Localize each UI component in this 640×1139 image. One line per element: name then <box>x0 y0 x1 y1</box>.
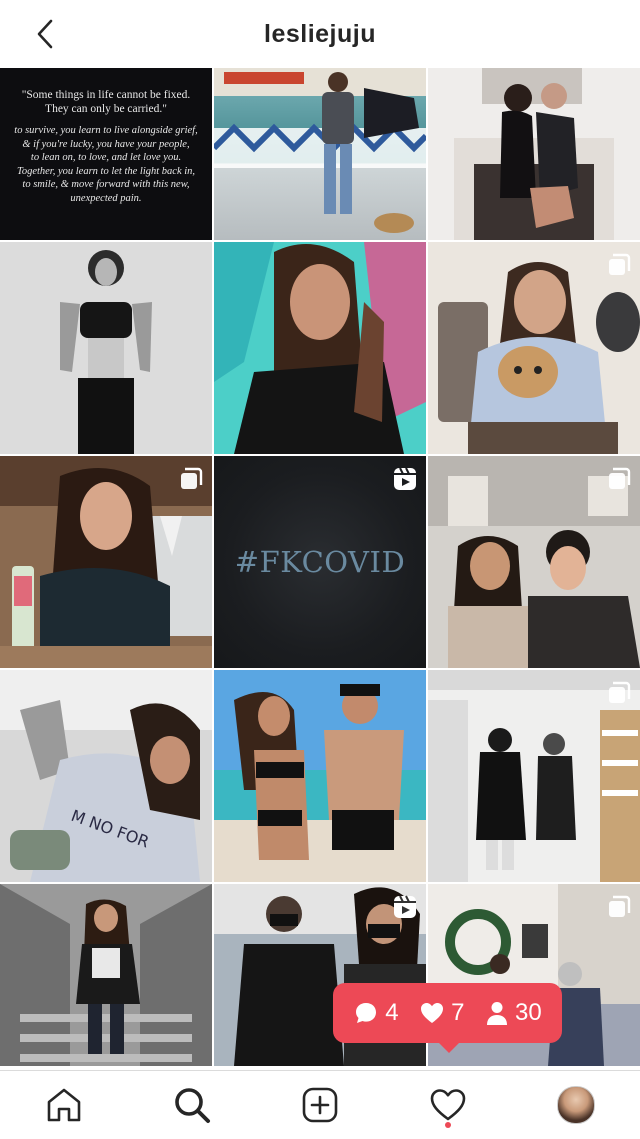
tab-new-post[interactable] <box>298 1083 342 1127</box>
photo-art <box>214 242 426 454</box>
post-quote[interactable]: "Some things in life cannot be fixed. Th… <box>0 68 212 240</box>
heart-icon <box>421 1003 444 1023</box>
quote-text: "Some things in life cannot be fixed. Th… <box>21 89 191 115</box>
carousel-icon <box>609 681 631 703</box>
reel-caption: #FKCOVID <box>234 545 406 579</box>
back-button[interactable] <box>30 18 60 50</box>
activity-notification[interactable]: 4 7 30 <box>333 983 562 1053</box>
post-photo[interactable] <box>428 670 640 882</box>
home-icon <box>47 1088 81 1122</box>
followers-count: 30 <box>485 999 542 1027</box>
carousel-icon <box>609 253 631 275</box>
tab-search[interactable] <box>170 1083 214 1127</box>
photo-art <box>0 242 212 454</box>
quote-body: to survive, you learn to live alongside … <box>14 125 198 204</box>
likes-count: 7 <box>419 999 464 1027</box>
tab-home[interactable] <box>42 1083 86 1127</box>
posts-grid: "Some things in life cannot be fixed. Th… <box>0 68 640 1070</box>
photo-art: M NO FOR <box>0 670 212 882</box>
post-photo[interactable] <box>214 670 426 882</box>
post-photo[interactable] <box>0 242 212 454</box>
activity-heart-icon <box>430 1089 466 1121</box>
reels-icon <box>394 895 416 918</box>
page-title: lesliejuju <box>264 19 376 48</box>
search-icon <box>175 1088 210 1123</box>
photo-art <box>428 68 640 240</box>
post-photo[interactable] <box>428 456 640 668</box>
photo-art <box>0 884 212 1066</box>
reels-icon <box>394 467 416 490</box>
comments-count: 4 <box>353 999 399 1027</box>
post-photo[interactable] <box>428 242 640 454</box>
post-photo[interactable] <box>214 242 426 454</box>
comment-icon <box>356 1003 377 1023</box>
photo-art <box>214 670 426 882</box>
post-photo[interactable] <box>0 884 212 1066</box>
top-bar: lesliejuju <box>0 0 640 68</box>
post-photo[interactable] <box>214 68 426 240</box>
activity-indicator-dot <box>445 1122 451 1128</box>
photo-art <box>214 68 426 233</box>
new-post-icon <box>302 1087 338 1123</box>
chevron-left-icon <box>37 19 53 49</box>
profile-avatar <box>557 1086 595 1124</box>
post-reel[interactable]: #FKCOVID <box>214 456 426 668</box>
tab-activity[interactable] <box>426 1083 470 1127</box>
carousel-icon <box>609 895 631 917</box>
post-photo[interactable] <box>0 456 212 668</box>
tab-profile[interactable] <box>554 1083 598 1127</box>
bottom-tab-bar <box>0 1070 640 1139</box>
carousel-icon <box>181 467 203 489</box>
post-photo[interactable] <box>428 68 640 240</box>
person-icon <box>487 1002 507 1025</box>
carousel-icon <box>609 467 631 489</box>
post-photo[interactable]: M NO FOR <box>0 670 212 882</box>
